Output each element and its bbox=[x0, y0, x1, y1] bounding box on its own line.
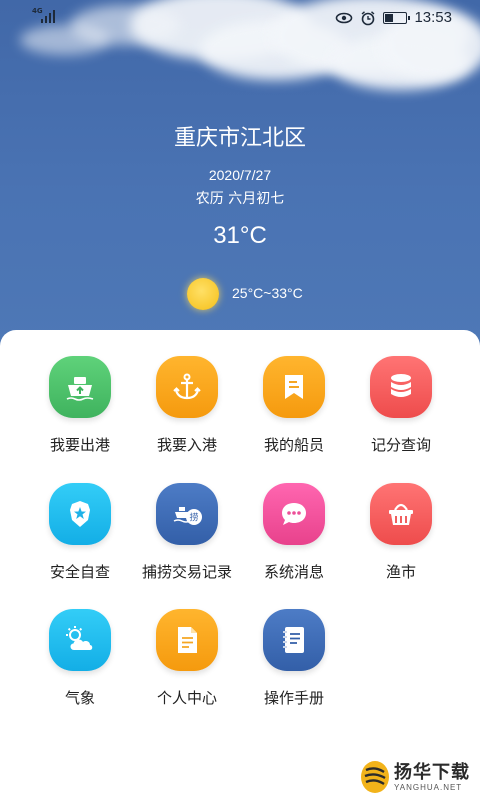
menu-item-system-messages[interactable]: 系统消息 bbox=[234, 483, 354, 582]
document-icon bbox=[156, 609, 218, 671]
menu-label: 我要出港 bbox=[49, 436, 110, 454]
basket-icon bbox=[370, 483, 432, 545]
menu-label: 记分查询 bbox=[370, 436, 431, 454]
anchor-icon bbox=[156, 356, 218, 418]
menu-label: 安全自查 bbox=[49, 563, 110, 581]
menu-item-my-crew[interactable]: 我的船员 bbox=[234, 356, 354, 455]
menu-item-score-query[interactable]: 记分查询 bbox=[341, 356, 461, 455]
menu-item-user-manual[interactable]: 操作手册 bbox=[234, 609, 354, 708]
menu-label: 捕捞交易记录 bbox=[141, 563, 232, 581]
function-panel: 我要出港 我要入港 我的船员 记分查询 安全自查 捞 捕捞交易记录 系统消息 渔… bbox=[0, 330, 480, 800]
menu-label: 渔市 bbox=[385, 563, 416, 581]
eye-icon bbox=[336, 12, 353, 23]
menu-item-safety-check[interactable]: 安全自查 bbox=[20, 483, 140, 582]
alarm-icon bbox=[361, 10, 375, 25]
watermark-logo-icon bbox=[360, 760, 390, 794]
menu-label: 个人中心 bbox=[156, 689, 217, 707]
chat-bubble-icon bbox=[263, 483, 325, 545]
ship-icon bbox=[49, 356, 111, 418]
menu-item-personal-center[interactable]: 个人中心 bbox=[127, 609, 247, 708]
sun-icon bbox=[187, 278, 219, 310]
menu-label: 系统消息 bbox=[263, 563, 324, 581]
bookmark-icon bbox=[263, 356, 325, 418]
status-bar: 4G 13:53 bbox=[0, 0, 480, 36]
lunar-date-text: 农历 六月初七 bbox=[195, 191, 285, 207]
temperature-range: 25°C~33°C bbox=[232, 285, 303, 301]
watermark: 扬华下载 YANGHUA.NET bbox=[354, 754, 480, 800]
status-time: 13:53 bbox=[414, 9, 452, 26]
menu-item-weather[interactable]: 气象 bbox=[20, 609, 140, 708]
menu-item-fishing-trade-record[interactable]: 捞 捕捞交易记录 bbox=[127, 483, 247, 582]
current-temperature: 31°C bbox=[213, 222, 267, 249]
date-text: 2020/7/27 bbox=[208, 167, 272, 183]
badge-icon bbox=[49, 483, 111, 545]
watermark-domain: YANGHUA.NET bbox=[394, 782, 463, 792]
battery-icon bbox=[383, 11, 411, 24]
watermark-name: 扬华下载 bbox=[394, 761, 470, 783]
database-icon bbox=[370, 356, 432, 418]
menu-label: 我的船员 bbox=[263, 436, 324, 454]
menu-item-fish-market[interactable]: 渔市 bbox=[341, 483, 461, 582]
notebook-icon bbox=[263, 609, 325, 671]
svg-text:捞: 捞 bbox=[189, 512, 198, 524]
location-title: 重庆市江北区 bbox=[173, 126, 306, 151]
menu-label: 操作手册 bbox=[263, 689, 324, 707]
fishing-trade-icon: 捞 bbox=[156, 483, 218, 545]
menu-item-enter-port[interactable]: 我要入港 bbox=[127, 356, 247, 455]
weather-header: 4G 13:53 重庆市江北区 2020/7/27 农历 六月初七 31°C 2… bbox=[0, 0, 480, 350]
menu-item-depart-port[interactable]: 我要出港 bbox=[20, 356, 140, 455]
menu-label: 我要入港 bbox=[156, 436, 217, 454]
weather-icon bbox=[49, 609, 111, 671]
menu-label: 气象 bbox=[64, 689, 95, 707]
